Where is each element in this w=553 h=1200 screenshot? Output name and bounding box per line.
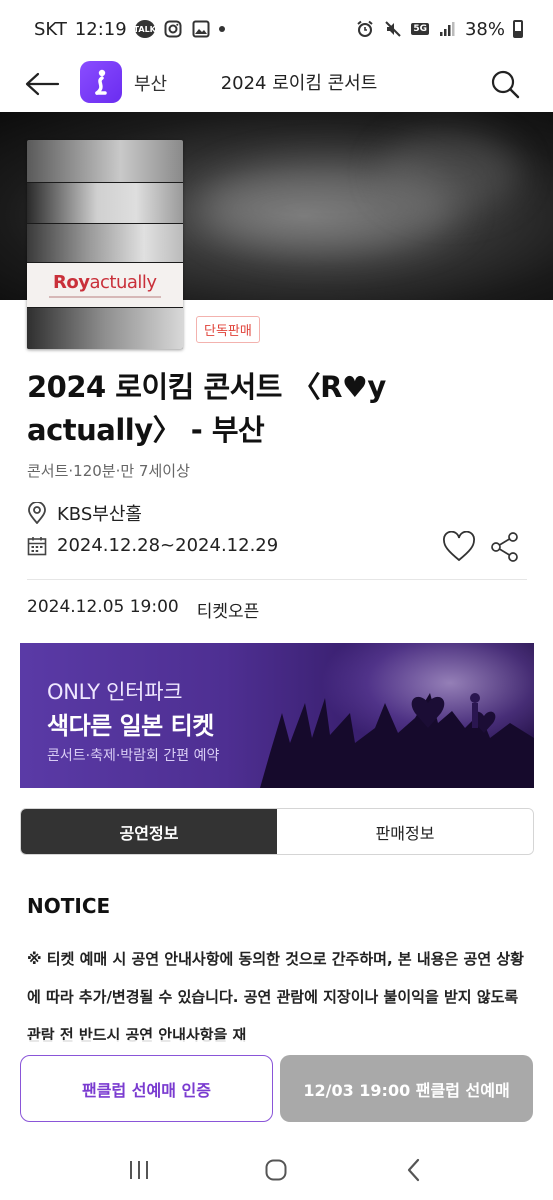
more-notifications-dot xyxy=(218,26,225,32)
network-label: 5G xyxy=(411,23,429,35)
battery-percent: 38% xyxy=(464,18,505,40)
status-right: 5G 38% xyxy=(355,19,523,40)
app-header: 부산 2024 로이킴 콘서트 xyxy=(0,58,553,110)
location-pin-icon xyxy=(28,502,46,524)
tab-sale-info[interactable]: 판매정보 xyxy=(277,809,533,854)
poster-logo: Royactually xyxy=(53,272,157,293)
ticket-open-datetime: 2024.12.05 19:00 xyxy=(27,597,179,617)
banner-line-2: 색다른 일본 티켓 xyxy=(47,712,214,740)
fanclub-presale-button[interactable]: 12/03 19:00 팬클럽 선예매 xyxy=(280,1055,533,1122)
ticket-open-info: 2024.12.05 19:00 티켓오픈 xyxy=(27,597,259,622)
banner-line-1: ONLY 인터파크 xyxy=(47,680,183,704)
recent-apps-icon xyxy=(129,1161,148,1179)
venue-name[interactable]: KBS부산홀 xyxy=(57,500,142,526)
poster-photo-strip xyxy=(27,224,183,262)
instagram-icon xyxy=(163,19,183,39)
like-button[interactable] xyxy=(442,530,476,563)
heart-icon xyxy=(443,530,475,562)
show-poster[interactable]: Royactually xyxy=(27,140,183,349)
home-button[interactable] xyxy=(256,1150,296,1190)
ticket-open-label: 티켓오픈 xyxy=(196,602,260,622)
info-tabs: 공연정보 판매정보 xyxy=(20,808,534,855)
carrier-label: SKT xyxy=(34,18,67,40)
share-icon xyxy=(491,532,518,562)
home-icon xyxy=(265,1159,287,1181)
share-button[interactable] xyxy=(490,531,520,563)
gallery-icon xyxy=(191,19,211,39)
show-period: 2024.12.28~2024.12.29 xyxy=(57,535,279,556)
network-5g-icon: 5G xyxy=(411,19,429,39)
clock: 12:19 xyxy=(74,18,127,40)
search-icon xyxy=(491,70,520,99)
exclusive-sale-badge: 단독판매 xyxy=(196,316,260,343)
show-meta: 콘서트·120분·만 7세이상 xyxy=(27,462,190,480)
notice-body: ※ 티켓 예매 시 공연 안내사항에 동의한 것으로 간주하며, 본 내용은 공… xyxy=(27,950,524,1044)
signal-icon xyxy=(437,19,457,39)
battery-icon xyxy=(513,20,523,38)
poster-photo-strip xyxy=(27,308,183,349)
venue-row[interactable]: KBS부산홀 xyxy=(27,500,142,526)
poster-photo-strip xyxy=(27,183,183,223)
poster-subtitle-line xyxy=(49,296,161,298)
search-button[interactable] xyxy=(485,64,525,104)
alarm-icon xyxy=(355,19,375,39)
date-row: 2024.12.28~2024.12.29 xyxy=(27,535,278,556)
nav-back-button[interactable] xyxy=(394,1150,434,1190)
mute-icon xyxy=(383,19,403,39)
system-nav-bar xyxy=(0,1140,553,1200)
nav-back-icon xyxy=(408,1158,420,1182)
tab-performance-info[interactable]: 공연정보 xyxy=(21,809,277,854)
poster-logo-actually: actually xyxy=(89,272,157,293)
fanclub-certify-button[interactable]: 팬클럽 선예매 인증 xyxy=(20,1055,273,1122)
status-left: SKT 12:19 TALK xyxy=(34,19,225,40)
poster-logo-roy: Roy xyxy=(53,272,90,293)
promo-banner[interactable]: ONLY 인터파크 색다른 일본 티켓 콘서트·축제·박람회 간편 예약 xyxy=(20,643,534,788)
status-bar: SKT 12:19 TALK 5G 38% xyxy=(0,0,553,58)
notice-heading: NOTICE xyxy=(27,894,111,918)
calendar-icon xyxy=(27,536,47,555)
divider xyxy=(27,579,527,580)
recent-apps-button[interactable] xyxy=(119,1150,159,1190)
poster-photo-strip xyxy=(27,140,183,182)
hero-blur xyxy=(380,132,520,212)
show-title: 2024 로이킴 콘서트 〈R♥y actually〉 - 부산 xyxy=(27,370,386,447)
talk-icon: TALK xyxy=(134,20,156,38)
banner-caption: 콘서트·축제·박람회 간편 예약 xyxy=(47,748,220,764)
page-title: 2024 로이킴 콘서트 xyxy=(220,73,378,94)
